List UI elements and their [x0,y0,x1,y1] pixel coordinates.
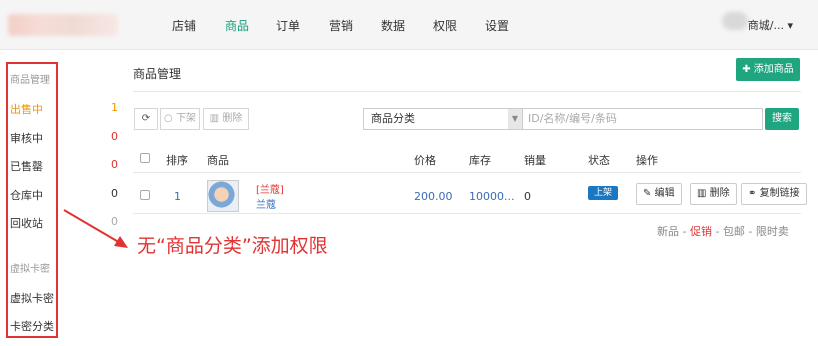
col-sales[interactable]: 销量 [524,152,546,168]
row-sort[interactable]: 1 [174,190,181,203]
offshelf-button[interactable]: ○ 下架 [160,108,200,130]
search-input[interactable]: ID/名称/编号/条码 [523,108,763,130]
col-sort[interactable]: 排序 [166,152,188,168]
edit-button[interactable]: ✎ 编辑 [636,183,682,205]
delete-button[interactable]: ▥ 删除 [690,183,737,205]
search-placeholder: ID/名称/编号/条码 [528,112,617,125]
trash-icon: ▥ [697,188,707,199]
search-button[interactable]: 搜索 [765,108,799,130]
count-soldout: 0 [111,158,118,171]
copy-link-label: 复制链接 [759,188,800,199]
sidebar-item-soldout[interactable]: 已售罄 [10,158,43,174]
add-goods-button[interactable]: ✚ 添加商品 [736,58,800,81]
annotation-arrow [63,209,128,248]
delete-batch-label: 删除 [222,113,243,124]
nav-goods[interactable]: 商品 [225,17,249,34]
sidebar-item-card-category[interactable]: 卡密分类 [10,318,54,334]
annotation-text: 无“商品分类”添加权限 [137,235,328,257]
divider [133,91,801,92]
nav-orders[interactable]: 订单 [276,17,300,34]
row-stock[interactable]: 10000... [469,190,514,203]
link-icon: ⚭ [748,188,757,199]
divider [133,172,801,173]
offshelf-label: 下架 [175,113,196,124]
plus-icon: ✚ [742,64,751,75]
count-review: 0 [111,130,118,143]
nav-permissions[interactable]: 权限 [433,17,457,34]
sidebar-section-virtual: 虚拟卡密 [10,264,50,275]
select-all-checkbox[interactable] [140,153,150,163]
col-goods: 商品 [207,154,229,167]
sidebar-section-goods: 商品管理 [10,75,50,86]
category-select-value: 商品分类 [371,112,415,125]
sidebar-item-review[interactable]: 审核中 [10,130,43,146]
status-badge[interactable]: 上架 [588,186,619,200]
row-sales: 0 [524,190,531,203]
delete-label: 删除 [709,188,730,199]
row-price[interactable]: 200.00 [414,190,453,203]
filter-links: 新品 - 促销 - 包邮 - 限时卖 [657,225,789,238]
refresh-icon: ⟳ [141,113,151,124]
category-select[interactable]: 商品分类 ▼ [363,108,523,130]
sidebar-item-onsale[interactable]: 出售中 [10,101,43,117]
refresh-button[interactable]: ⟳ [134,108,158,130]
user-menu[interactable]: 商城/... ▾ [748,17,793,33]
top-navbar: 店铺 商品 订单 营销 数据 权限 设置 商城/... ▾ [0,0,818,50]
filter-promo[interactable]: 促销 [690,225,712,238]
nav-settings[interactable]: 设置 [485,17,509,34]
filter-free-shipping[interactable]: 包邮 [723,225,745,238]
sidebar-item-warehouse[interactable]: 仓库中 [10,187,43,203]
delete-batch-button[interactable]: ▥ 删除 [203,108,249,130]
nav-data[interactable]: 数据 [381,17,405,34]
count-warehouse: 0 [111,187,118,200]
edit-label: 编辑 [654,188,675,199]
nav-marketing[interactable]: 营销 [329,17,353,34]
caret-down-icon: ▾ [787,19,793,32]
page-title: 商品管理 [133,67,182,81]
col-stock[interactable]: 库存 [469,152,491,168]
logo [8,14,118,36]
filter-limited[interactable]: 限时卖 [756,225,789,238]
copy-link-button[interactable]: ⚭ 复制链接 [741,183,807,205]
product-name-link[interactable]: 兰蔻 [256,196,276,211]
edit-icon: ✎ [643,188,652,199]
nav-store[interactable]: 店铺 [172,17,196,34]
avatar[interactable] [722,12,748,30]
col-status: 状态 [588,154,610,167]
trash-icon: ▥ [209,113,220,124]
filter-new[interactable]: 新品 [657,225,679,238]
chevron-down-icon: ▼ [508,109,522,129]
count-onsale: 1 [111,101,118,114]
divider [133,213,801,214]
add-goods-label: 添加商品 [753,64,794,75]
sidebar-item-virtual-card[interactable]: 虚拟卡密 [10,290,54,306]
col-price[interactable]: 价格 [414,152,436,168]
circle-icon: ○ [164,113,173,124]
product-thumbnail[interactable] [207,180,239,212]
product-tag: [兰蔻] [256,185,284,196]
user-menu-label: 商城/... [747,19,784,32]
sidebar-item-recycle[interactable]: 回收站 [10,215,43,231]
col-actions: 操作 [636,154,658,167]
row-checkbox[interactable] [140,190,150,200]
